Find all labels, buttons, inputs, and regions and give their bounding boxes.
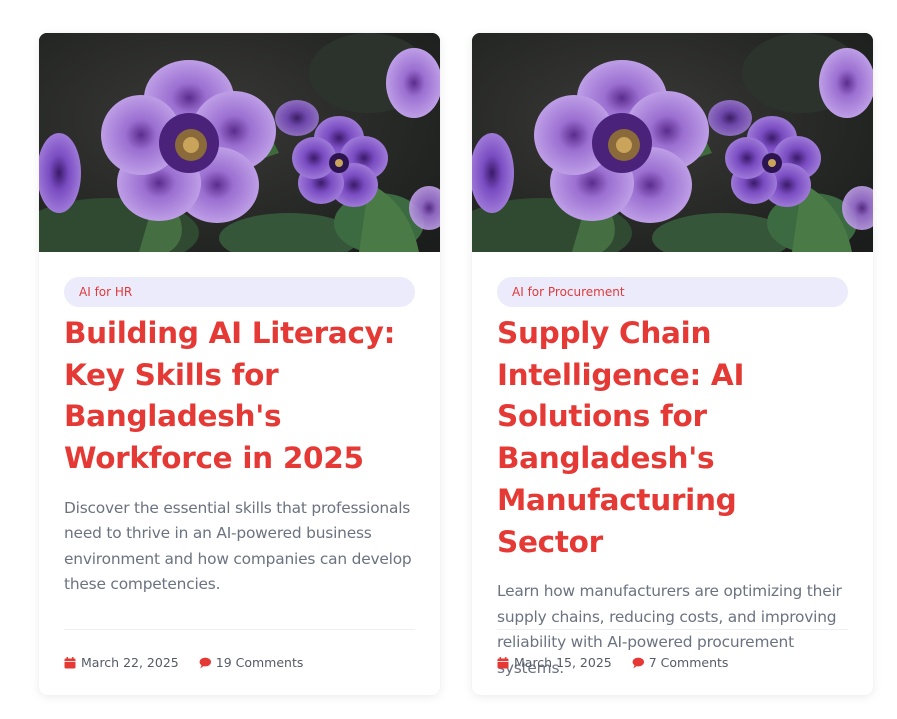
flower-photo-icon (472, 33, 873, 252)
post-thumbnail-image[interactable] (39, 33, 440, 252)
post-meta: March 15, 2025 7 Comments (497, 629, 848, 695)
post-date: March 22, 2025 (64, 655, 179, 670)
flower-photo-icon (39, 33, 440, 252)
post-comments[interactable]: 7 Comments (632, 655, 729, 670)
calendar-icon (64, 656, 76, 669)
post-meta: March 22, 2025 19 Comments (64, 629, 415, 695)
post-date-text: March 22, 2025 (81, 655, 179, 670)
post-excerpt: Discover the essential skills that profe… (64, 498, 412, 594)
post-title[interactable]: Building AI Literacy: Key Skills for Ban… (64, 313, 415, 480)
post-comments-text[interactable]: 19 Comments (216, 655, 304, 670)
post-comments[interactable]: 19 Comments (199, 655, 304, 670)
comment-bubble-icon (632, 657, 644, 669)
blog-card[interactable]: AI for HR Building AI Literacy: Key Skil… (39, 33, 440, 695)
category-tag[interactable]: AI for HR (64, 277, 415, 307)
post-thumbnail-image[interactable] (472, 33, 873, 252)
post-date: March 15, 2025 (497, 655, 612, 670)
post-title[interactable]: Supply Chain Intelligence: AI Solutions … (497, 313, 848, 563)
comment-bubble-icon (199, 657, 211, 669)
calendar-icon (497, 656, 509, 669)
post-comments-text[interactable]: 7 Comments (649, 655, 729, 670)
blog-card[interactable]: AI for Procurement Supply Chain Intellig… (472, 33, 873, 695)
category-tag[interactable]: AI for Procurement (497, 277, 848, 307)
post-date-text: March 15, 2025 (514, 655, 612, 670)
